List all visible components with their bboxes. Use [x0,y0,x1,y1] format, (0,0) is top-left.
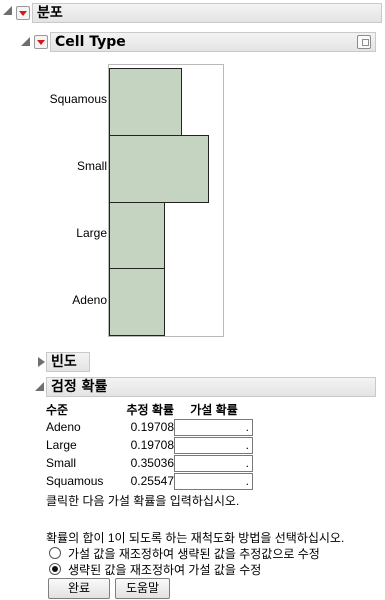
report-title-text: 분포 [37,5,63,21]
radio-option-estimate[interactable] [49,547,61,559]
category-label: Small [76,159,107,174]
disclosure-closed-icon[interactable] [38,357,45,367]
report-title: 분포 [32,3,382,23]
radio-option-estimate-label: 가설 값을 재조정하여 생략된 값을 추정값으로 수정 [68,547,320,561]
done-button[interactable]: 완료 [48,578,110,599]
category-label: Adeno [72,292,107,307]
panel-options-icon[interactable] [357,35,371,49]
hypothesis-input[interactable]: . [174,454,253,472]
histogram-chart [108,64,224,337]
section-title-text: Cell Type [55,34,126,50]
hypothesis-input[interactable]: . [174,418,253,436]
hypothesis-input[interactable]: . [174,436,253,454]
frequency-title: 빈도 [51,354,77,370]
row-level: Small [46,456,77,470]
table-row: Squamous 0.25547 . [46,472,254,490]
rescale-prompt: 확률의 합이 1이 되도록 하는 재척도화 방법을 선택하십시오. [46,531,345,545]
frequency-header[interactable]: 빈도 [46,352,90,372]
column-header-level: 수준 [46,402,69,417]
histogram-bar[interactable] [109,134,209,203]
radio-option-hypothesis-label: 생략된 값을 재조정하여 가설 값을 수정 [68,563,262,577]
table-row: Large 0.19708 . [46,436,254,454]
test-probs-header: 검정 확률 [46,377,376,397]
row-level: Adeno [46,420,81,434]
hypothesis-input[interactable]: . [174,472,253,490]
row-level: Large [46,438,77,452]
radio-option-hypothesis[interactable] [49,563,61,575]
test-probs-table: 수준 추정 확률 가설 확률 Adeno 0.19708 . Large 0.1… [46,400,254,490]
instruction-text: 클릭한 다음 가설 확률을 입력하십시오. [46,494,240,508]
disclosure-open-icon[interactable] [3,6,12,15]
section-title: Cell Type [50,32,376,52]
row-estimate: 0.19708 [130,420,174,434]
column-header-estimate: 추정 확률 [126,402,175,417]
row-estimate: 0.35036 [130,456,174,470]
help-button[interactable]: 도움말 [115,578,170,599]
red-triangle-menu-icon[interactable] [34,35,48,49]
histogram-bar[interactable] [109,68,182,136]
disclosure-open-icon[interactable] [35,382,44,391]
category-label: Squamous [49,92,107,107]
table-row: Small 0.35036 . [46,454,254,472]
histogram-bar[interactable] [109,201,165,270]
row-estimate: 0.19708 [130,438,174,452]
red-triangle-menu-icon[interactable] [16,6,30,20]
histogram-bar[interactable] [109,268,165,336]
test-probs-title: 검정 확률 [51,379,108,395]
column-header-hypothesis: 가설 확률 [190,402,238,417]
row-level: Squamous [46,474,104,488]
row-estimate: 0.25547 [130,474,174,488]
category-label: Large [76,225,107,240]
table-row: Adeno 0.19708 . [46,418,254,436]
disclosure-open-icon[interactable] [21,37,30,46]
